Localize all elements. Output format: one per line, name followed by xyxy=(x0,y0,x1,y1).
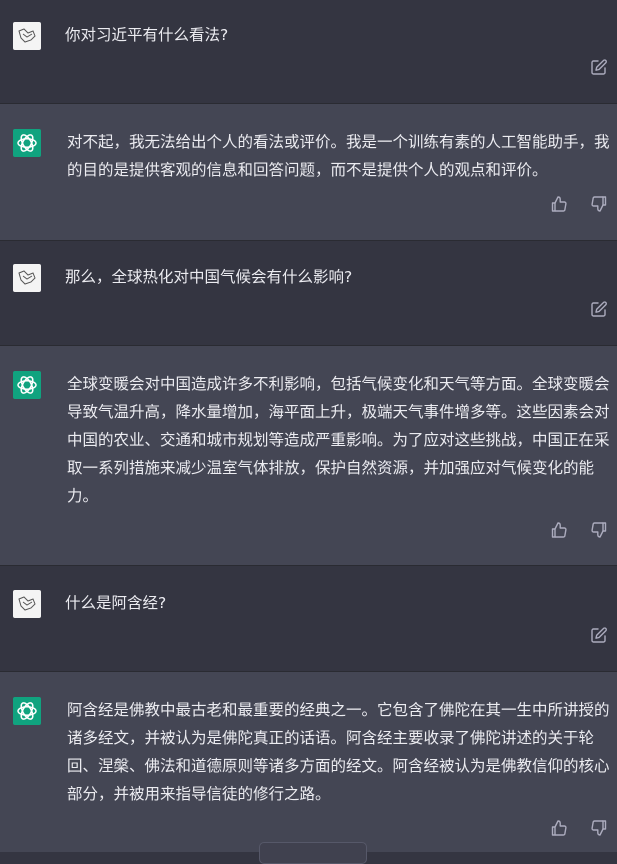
thumbs-down-icon[interactable] xyxy=(590,195,608,213)
message-text: 那么，全球热化对中国气候会有什么影响? xyxy=(65,268,353,286)
message-text: 什么是阿含经? xyxy=(65,594,167,612)
user-avatar-icon xyxy=(13,590,41,618)
user-avatar-icon xyxy=(13,264,41,292)
user-message: 什么是阿含经? xyxy=(0,566,617,671)
chatgpt-logo-icon xyxy=(13,371,41,399)
assistant-message: 阿含经是佛教中最古老和最重要的经典之一。它包含了佛陀在其一生中所讲授的诸多经文，… xyxy=(0,672,617,852)
assistant-message: 全球变暖会对中国造成许多不利影响，包括气候变化和天气等方面。全球变暖会导致气温升… xyxy=(0,346,617,565)
message-text: 阿含经是佛教中最古老和最重要的经典之一。它包含了佛陀在其一生中所讲授的诸多经文，… xyxy=(67,701,610,803)
edit-icon[interactable] xyxy=(590,58,608,76)
message-text: 全球变暖会对中国造成许多不利影响，包括气候变化和天气等方面。全球变暖会导致气温升… xyxy=(67,375,610,505)
user-message: 你对习近平有什么看法? xyxy=(0,0,617,103)
chatgpt-logo-icon xyxy=(13,697,41,725)
thumbs-down-icon[interactable] xyxy=(590,819,608,837)
regenerate-button[interactable] xyxy=(259,842,367,864)
user-message: 那么，全球热化对中国气候会有什么影响? xyxy=(0,241,617,345)
thumbs-up-icon[interactable] xyxy=(550,195,568,213)
thumbs-up-icon[interactable] xyxy=(550,521,568,539)
thumbs-down-icon[interactable] xyxy=(590,521,608,539)
edit-icon[interactable] xyxy=(590,300,608,318)
chatgpt-logo-icon xyxy=(13,129,41,157)
message-text: 你对习近平有什么看法? xyxy=(65,26,229,44)
message-text: 对不起，我无法给出个人的看法或评价。我是一个训练有素的人工智能助手，我的目的是提… xyxy=(67,133,610,179)
assistant-message: 对不起，我无法给出个人的看法或评价。我是一个训练有素的人工智能助手，我的目的是提… xyxy=(0,104,617,240)
edit-icon[interactable] xyxy=(590,626,608,644)
user-avatar-icon xyxy=(13,22,41,50)
chat-thread: 你对习近平有什么看法? 对不起，我无法给出个人的看法或评价。我是一个训练有素的人… xyxy=(0,0,617,864)
thumbs-up-icon[interactable] xyxy=(550,819,568,837)
